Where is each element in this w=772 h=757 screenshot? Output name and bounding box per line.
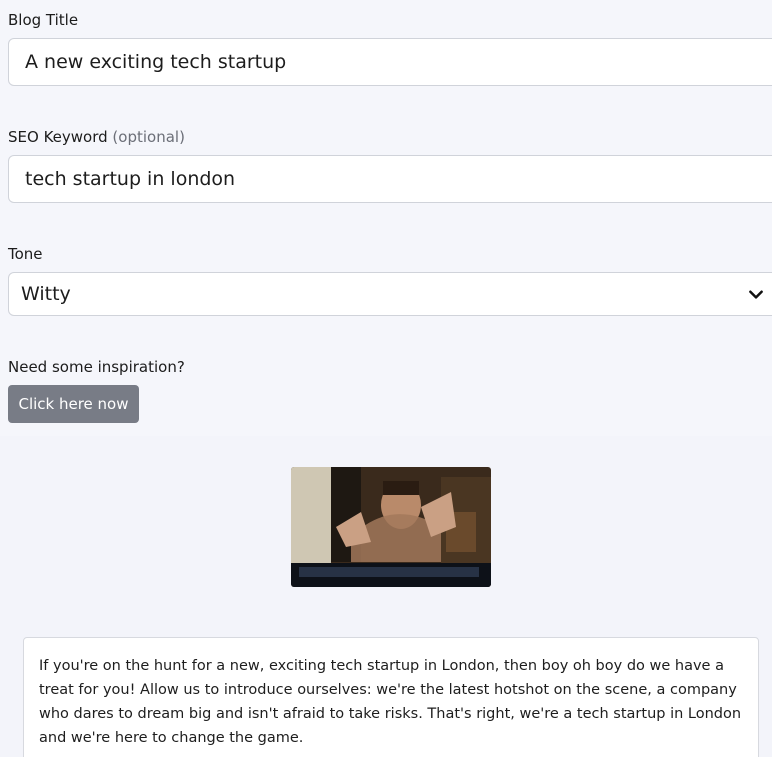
inspiration-button[interactable]: Click here now [8, 385, 139, 423]
inspiration-label: Need some inspiration? [8, 358, 185, 376]
generated-blog-text: If you're on the hunt for a new, excitin… [23, 637, 759, 757]
tone-selected-value: Witty [21, 283, 71, 305]
reaction-gif [291, 467, 491, 587]
optional-hint: (optional) [112, 128, 185, 146]
blog-form: Blog Title A new exciting tech startup S… [0, 0, 772, 436]
blog-title-label: Blog Title [8, 11, 79, 29]
seo-keyword-label: SEO Keyword (optional) [8, 128, 185, 146]
seo-keyword-input[interactable]: tech startup in london [8, 155, 772, 203]
blog-title-input[interactable]: A new exciting tech startup [8, 38, 772, 86]
tone-select[interactable]: Witty [8, 272, 772, 316]
page: Blog Title A new exciting tech startup S… [0, 0, 772, 757]
blog-title-value: A new exciting tech startup [25, 51, 287, 73]
chevron-down-icon [749, 290, 763, 299]
seo-keyword-label-text: SEO Keyword [8, 128, 108, 146]
seo-keyword-value: tech startup in london [25, 168, 236, 190]
tone-label: Tone [8, 245, 43, 263]
generated-paragraph: If you're on the hunt for a new, excitin… [39, 658, 742, 746]
